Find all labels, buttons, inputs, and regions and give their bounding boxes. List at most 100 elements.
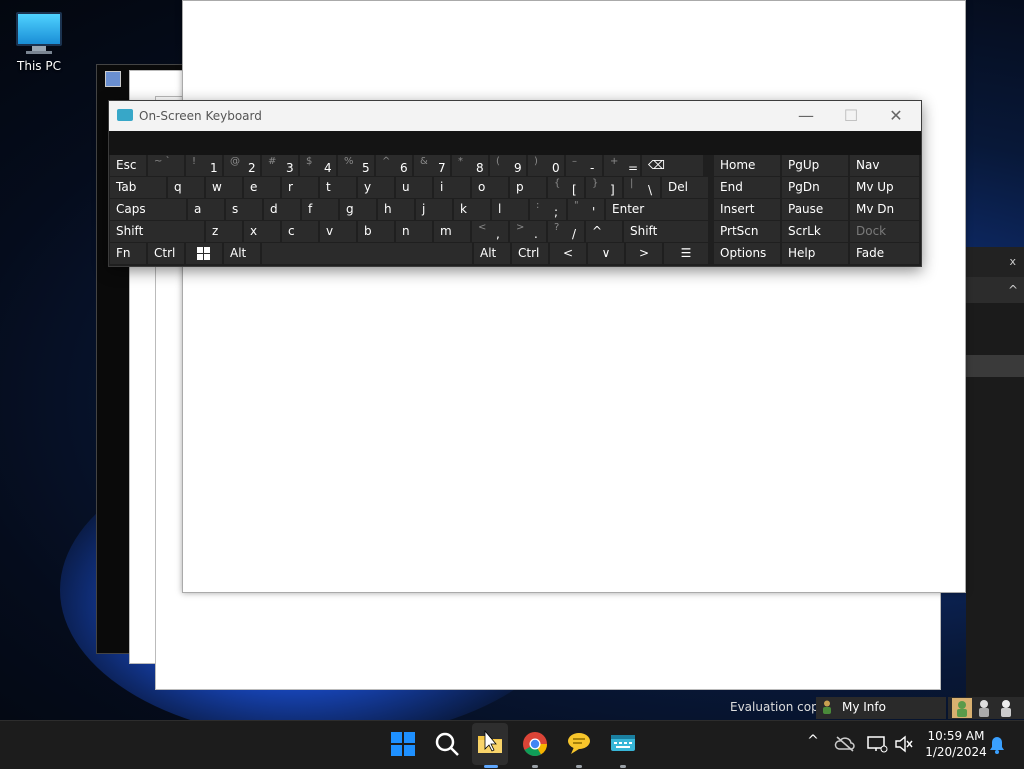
key-menu[interactable]: ☰ bbox=[664, 243, 708, 264]
key-fn[interactable]: Fn bbox=[110, 243, 146, 264]
key-arrow-up[interactable]: ^ bbox=[586, 221, 622, 242]
agent-buttons[interactable] bbox=[948, 697, 1024, 719]
key-s[interactable]: s bbox=[226, 199, 262, 220]
key-11[interactable]: ) 0 bbox=[528, 155, 564, 176]
key-j[interactable]: j bbox=[416, 199, 452, 220]
key-enter[interactable]: Enter bbox=[606, 199, 708, 220]
key-del[interactable]: Del bbox=[662, 177, 708, 198]
file-explorer-button[interactable] bbox=[472, 723, 508, 765]
maximize-button[interactable]: ☐ bbox=[831, 104, 871, 128]
my-info-button[interactable]: My Info bbox=[816, 697, 946, 719]
key-t[interactable]: t bbox=[320, 177, 356, 198]
key-y[interactable]: y bbox=[358, 177, 394, 198]
key-f[interactable]: f bbox=[302, 199, 338, 220]
key-8[interactable]: & 7 bbox=[414, 155, 450, 176]
key-bracket-2[interactable]: | \ bbox=[624, 177, 660, 198]
key-prtscn[interactable]: PrtScn bbox=[714, 221, 780, 242]
key-home[interactable]: Home bbox=[714, 155, 780, 176]
key-shift-left[interactable]: Shift bbox=[110, 221, 204, 242]
key-shift-right[interactable]: Shift bbox=[624, 221, 708, 242]
foreground-blank-window[interactable] bbox=[182, 0, 966, 593]
desktop-icon-this-pc[interactable]: This PC bbox=[10, 8, 68, 73]
key-2[interactable]: ! 1 bbox=[186, 155, 222, 176]
key-4[interactable]: #3 bbox=[262, 155, 298, 176]
key-13[interactable]: + = bbox=[604, 155, 640, 176]
key-1[interactable]: ~ ` bbox=[148, 155, 184, 176]
key-arrow-down[interactable]: ∨ bbox=[588, 243, 624, 264]
key-7[interactable]: ^ 6 bbox=[376, 155, 412, 176]
panel-selected-row[interactable] bbox=[966, 355, 1024, 377]
key-k[interactable]: k bbox=[454, 199, 490, 220]
key-punct-b1[interactable]: >. bbox=[510, 221, 546, 242]
key-h[interactable]: h bbox=[378, 199, 414, 220]
key-o[interactable]: o bbox=[472, 177, 508, 198]
key-l[interactable]: l bbox=[492, 199, 528, 220]
key-mv-up[interactable]: Mv Up bbox=[850, 177, 919, 198]
key-6[interactable]: % 5 bbox=[338, 155, 374, 176]
start-windows-icon[interactable] bbox=[388, 729, 418, 759]
notification-bell-icon[interactable] bbox=[988, 735, 1006, 755]
key-mv-dn[interactable]: Mv Dn bbox=[850, 199, 919, 220]
key-bracket-0[interactable]: {[ bbox=[548, 177, 584, 198]
key-punct-b2[interactable]: ? / bbox=[548, 221, 584, 242]
panel-close-icon[interactable]: x bbox=[966, 247, 1024, 277]
key-v[interactable]: v bbox=[320, 221, 356, 242]
search-icon[interactable] bbox=[432, 729, 462, 759]
key-3[interactable]: @2 bbox=[224, 155, 260, 176]
key-z[interactable]: z bbox=[206, 221, 242, 242]
on-screen-keyboard-taskbar-icon[interactable] bbox=[608, 729, 638, 759]
key-p[interactable]: p bbox=[510, 177, 546, 198]
chrome-icon[interactable] bbox=[520, 729, 550, 759]
key-14[interactable]: ⌫ bbox=[642, 155, 703, 176]
taskbar-clock[interactable]: 10:59 AM 1/20/2024 bbox=[916, 728, 996, 760]
key-ctrl-right[interactable]: Ctrl bbox=[512, 243, 548, 264]
key-insert[interactable]: Insert bbox=[714, 199, 780, 220]
key-5[interactable]: $4 bbox=[300, 155, 336, 176]
key-bracket-1[interactable]: }] bbox=[586, 177, 622, 198]
key-arrow-right[interactable]: > bbox=[626, 243, 662, 264]
key-scrlk[interactable]: ScrLk bbox=[782, 221, 848, 242]
key-q[interactable]: q bbox=[168, 177, 204, 198]
key-10[interactable]: (9 bbox=[490, 155, 526, 176]
key-windows[interactable] bbox=[186, 243, 222, 264]
key-pgdn[interactable]: PgDn bbox=[782, 177, 848, 198]
minimize-button[interactable]: — bbox=[786, 104, 826, 128]
key-alt-left[interactable]: Alt bbox=[224, 243, 260, 264]
key-punct-0[interactable]: :; bbox=[530, 199, 566, 220]
key-e[interactable]: e bbox=[244, 177, 280, 198]
key-9[interactable]: * 8 bbox=[452, 155, 488, 176]
right-side-panel[interactable]: x ^ bbox=[966, 247, 1024, 705]
tray-chevron-up-icon[interactable]: ^ bbox=[804, 733, 822, 753]
chat-bubble-icon[interactable] bbox=[564, 729, 594, 759]
osk-title-bar[interactable]: On-Screen Keyboard — ☐ ✕ bbox=[109, 101, 921, 131]
key-options[interactable]: Options bbox=[714, 243, 780, 264]
close-button[interactable]: ✕ bbox=[876, 104, 916, 128]
key-caps[interactable]: Caps bbox=[110, 199, 186, 220]
key-punct-1[interactable]: " ' bbox=[568, 199, 604, 220]
key-ctrl-left[interactable]: Ctrl bbox=[148, 243, 184, 264]
key-dock[interactable]: Dock bbox=[850, 221, 919, 242]
key-m[interactable]: m bbox=[434, 221, 470, 242]
key-0[interactable]: Esc bbox=[110, 155, 146, 176]
onedrive-offline-icon[interactable] bbox=[834, 735, 856, 753]
key-g[interactable]: g bbox=[340, 199, 376, 220]
network-icon[interactable] bbox=[866, 735, 888, 753]
panel-chevron-up-icon[interactable]: ^ bbox=[966, 277, 1024, 303]
volume-muted-icon[interactable] bbox=[894, 735, 914, 753]
key-x[interactable]: x bbox=[244, 221, 280, 242]
key-d[interactable]: d bbox=[264, 199, 300, 220]
key-end[interactable]: End bbox=[714, 177, 780, 198]
key-tab[interactable]: Tab bbox=[110, 177, 166, 198]
key-n[interactable]: n bbox=[396, 221, 432, 242]
key-punct-b0[interactable]: <, bbox=[472, 221, 508, 242]
key-a[interactable]: a bbox=[188, 199, 224, 220]
key-pause[interactable]: Pause bbox=[782, 199, 848, 220]
key-b[interactable]: b bbox=[358, 221, 394, 242]
agent-icon-3[interactable] bbox=[998, 698, 1014, 718]
key-12[interactable]: – - bbox=[566, 155, 602, 176]
key-u[interactable]: u bbox=[396, 177, 432, 198]
key-w[interactable]: w bbox=[206, 177, 242, 198]
key-arrow-left[interactable]: < bbox=[550, 243, 586, 264]
key-alt-right[interactable]: Alt bbox=[474, 243, 510, 264]
agent-icon-2[interactable] bbox=[976, 698, 992, 718]
